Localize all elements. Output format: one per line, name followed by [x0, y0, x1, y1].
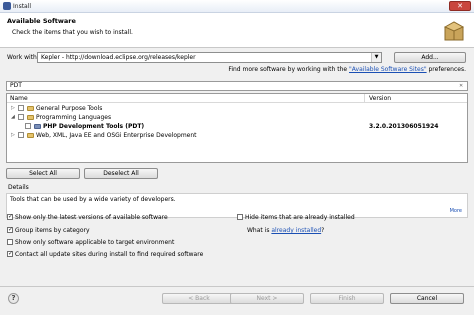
more-link[interactable]: More	[450, 208, 462, 214]
expand-arrow-icon[interactable]: ▷	[11, 106, 16, 111]
filter-input[interactable]: PDT ✕	[6, 81, 468, 91]
row-checkbox[interactable]	[18, 132, 24, 138]
software-tree-table: Name Version ▷ General Purpose Tools ◢ P…	[6, 93, 468, 163]
group-by-category-label: Group items by category	[15, 227, 90, 234]
table-row[interactable]: ◢ Programming Languages	[7, 113, 467, 122]
wizard-banner: Available Software Check the items that …	[0, 13, 474, 48]
details-text: Tools that can be used by a wide variety…	[10, 196, 176, 203]
next-button[interactable]: Next >	[230, 293, 304, 304]
row-checkbox[interactable]	[25, 123, 31, 129]
footer-divider	[0, 286, 474, 287]
plugin-feature-icon	[34, 124, 41, 129]
install-package-icon	[443, 21, 465, 41]
category-folder-icon	[27, 106, 34, 111]
clear-filter-icon[interactable]: ✕	[459, 83, 465, 89]
show-applicable-label: Show only software applicable to target …	[15, 239, 175, 246]
what-is-suffix: ?	[321, 227, 325, 234]
title-bar: Install ✕	[0, 0, 474, 13]
row-label: PHP Development Tools (PDT)	[43, 123, 145, 130]
select-all-label: Select All	[29, 170, 57, 177]
finish-button[interactable]: Finish	[310, 293, 384, 304]
contact-sites-checkbox[interactable]	[7, 250, 13, 257]
row-label: General Purpose Tools	[36, 105, 103, 112]
back-label: < Back	[188, 295, 210, 302]
table-header: Name Version	[7, 94, 467, 103]
select-all-button[interactable]: Select All	[6, 168, 80, 179]
column-header-name[interactable]: Name	[10, 95, 28, 102]
group-by-category-checkbox[interactable]	[7, 226, 13, 233]
deselect-all-button[interactable]: Deselect All	[84, 168, 158, 179]
add-site-label: Add...	[421, 54, 439, 61]
help-icon[interactable]: ?	[8, 293, 19, 304]
show-latest-checkbox[interactable]	[7, 213, 13, 220]
page-title: Available Software	[7, 17, 76, 25]
add-site-button[interactable]: Add...	[394, 52, 466, 63]
cancel-button[interactable]: Cancel	[390, 293, 464, 304]
already-installed-link[interactable]: already installed	[271, 227, 321, 234]
what-is-prefix: What is	[247, 227, 272, 234]
table-row[interactable]: ▷ Web, XML, Java EE and OSGi Enterprise …	[7, 131, 467, 140]
back-button[interactable]: < Back	[162, 293, 236, 304]
column-divider	[364, 94, 365, 103]
table-row[interactable]: ▷ General Purpose Tools	[7, 104, 467, 113]
close-window-button[interactable]: ✕	[449, 1, 471, 11]
expand-arrow-icon[interactable]: ▷	[11, 133, 16, 138]
work-with-label: Work with:	[7, 54, 39, 61]
window-title: Install	[13, 3, 32, 10]
show-applicable-checkbox[interactable]	[7, 239, 13, 245]
available-sites-hint-text: Find more software by working with the	[228, 66, 349, 73]
row-label: Programming Languages	[36, 114, 112, 121]
filter-value: PDT	[10, 82, 22, 89]
collapse-arrow-icon[interactable]: ◢	[11, 115, 16, 120]
eclipse-app-icon	[3, 2, 11, 10]
page-subtitle: Check the items that you wish to install…	[12, 29, 133, 36]
details-label: Details	[8, 184, 29, 191]
work-with-value: Kepler - http://download.eclipse.org/rel…	[41, 54, 196, 61]
row-checkbox[interactable]	[18, 105, 24, 111]
deselect-all-label: Deselect All	[103, 170, 139, 177]
what-is-installed-text: What is already installed?	[247, 227, 324, 234]
chevron-down-icon[interactable]: ▼	[371, 53, 381, 62]
row-label: Web, XML, Java EE and OSGi Enterprise De…	[36, 132, 197, 139]
hide-installed-checkbox[interactable]	[237, 214, 243, 220]
available-software-sites-link[interactable]: "Available Software Sites"	[349, 66, 427, 73]
column-header-version[interactable]: Version	[369, 95, 391, 102]
next-label: Next >	[256, 295, 278, 302]
available-sites-hint: Find more software by working with the "…	[228, 66, 466, 73]
row-checkbox[interactable]	[18, 114, 24, 120]
hide-installed-label: Hide items that are already installed	[245, 214, 355, 221]
work-with-combo[interactable]: Kepler - http://download.eclipse.org/rel…	[37, 52, 382, 63]
available-sites-hint-suffix: preferences.	[426, 66, 467, 73]
category-folder-icon	[27, 115, 34, 120]
cancel-label: Cancel	[416, 295, 438, 302]
row-version: 3.2.0.201306051924	[369, 123, 439, 130]
show-latest-label: Show only the latest versions of availab…	[15, 214, 168, 221]
contact-sites-label: Contact all update sites during install …	[15, 251, 204, 258]
category-folder-icon	[27, 133, 34, 138]
finish-label: Finish	[338, 295, 356, 302]
table-row[interactable]: PHP Development Tools (PDT) 3.2.0.201306…	[7, 122, 467, 131]
